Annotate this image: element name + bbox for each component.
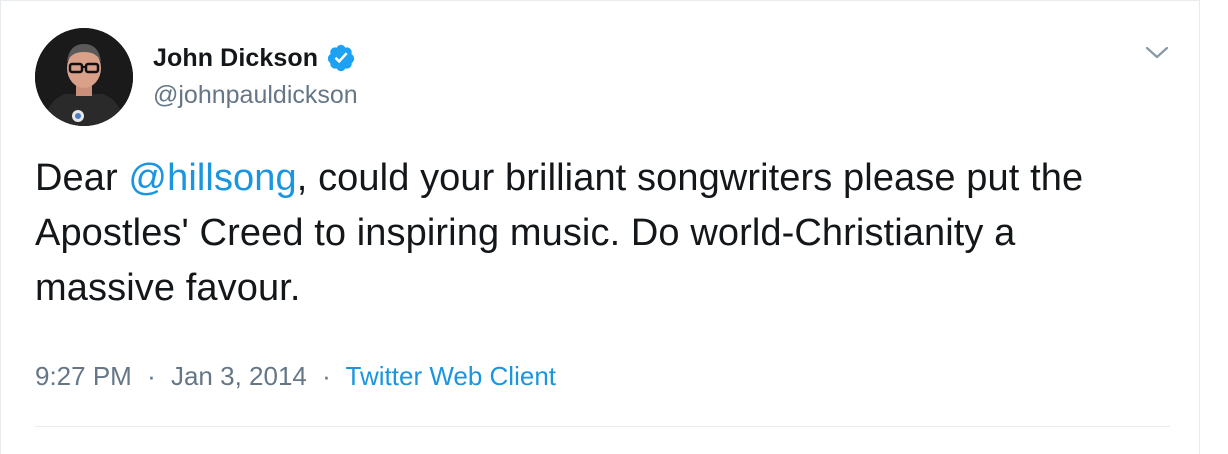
user-handle[interactable]: @johnpauldickson	[153, 81, 358, 110]
verified-badge-icon	[326, 43, 356, 73]
divider	[35, 426, 1170, 427]
tweet-time[interactable]: 9:27 PM	[35, 361, 132, 391]
name-row: John Dickson	[153, 43, 356, 73]
tweet-text-before: Dear	[35, 157, 129, 199]
display-name[interactable]: John Dickson	[153, 44, 318, 73]
tweet-text: Dear @hillsong, could your brilliant son…	[35, 151, 1165, 316]
avatar[interactable]	[35, 28, 133, 126]
tweet-meta: 9:27 PM · Jan 3, 2014 · Twitter Web Clie…	[35, 361, 556, 392]
tweet-card: John Dickson @johnpauldickson Dear @hill…	[0, 0, 1200, 454]
chevron-down-icon[interactable]	[1144, 43, 1170, 63]
mention-link[interactable]: @hillsong	[128, 157, 296, 199]
tweet-date[interactable]: Jan 3, 2014	[171, 361, 307, 391]
meta-separator: ·	[147, 361, 156, 391]
tweet-source-link[interactable]: Twitter Web Client	[346, 361, 556, 391]
meta-separator: ·	[322, 361, 331, 391]
avatar-image	[35, 28, 133, 126]
